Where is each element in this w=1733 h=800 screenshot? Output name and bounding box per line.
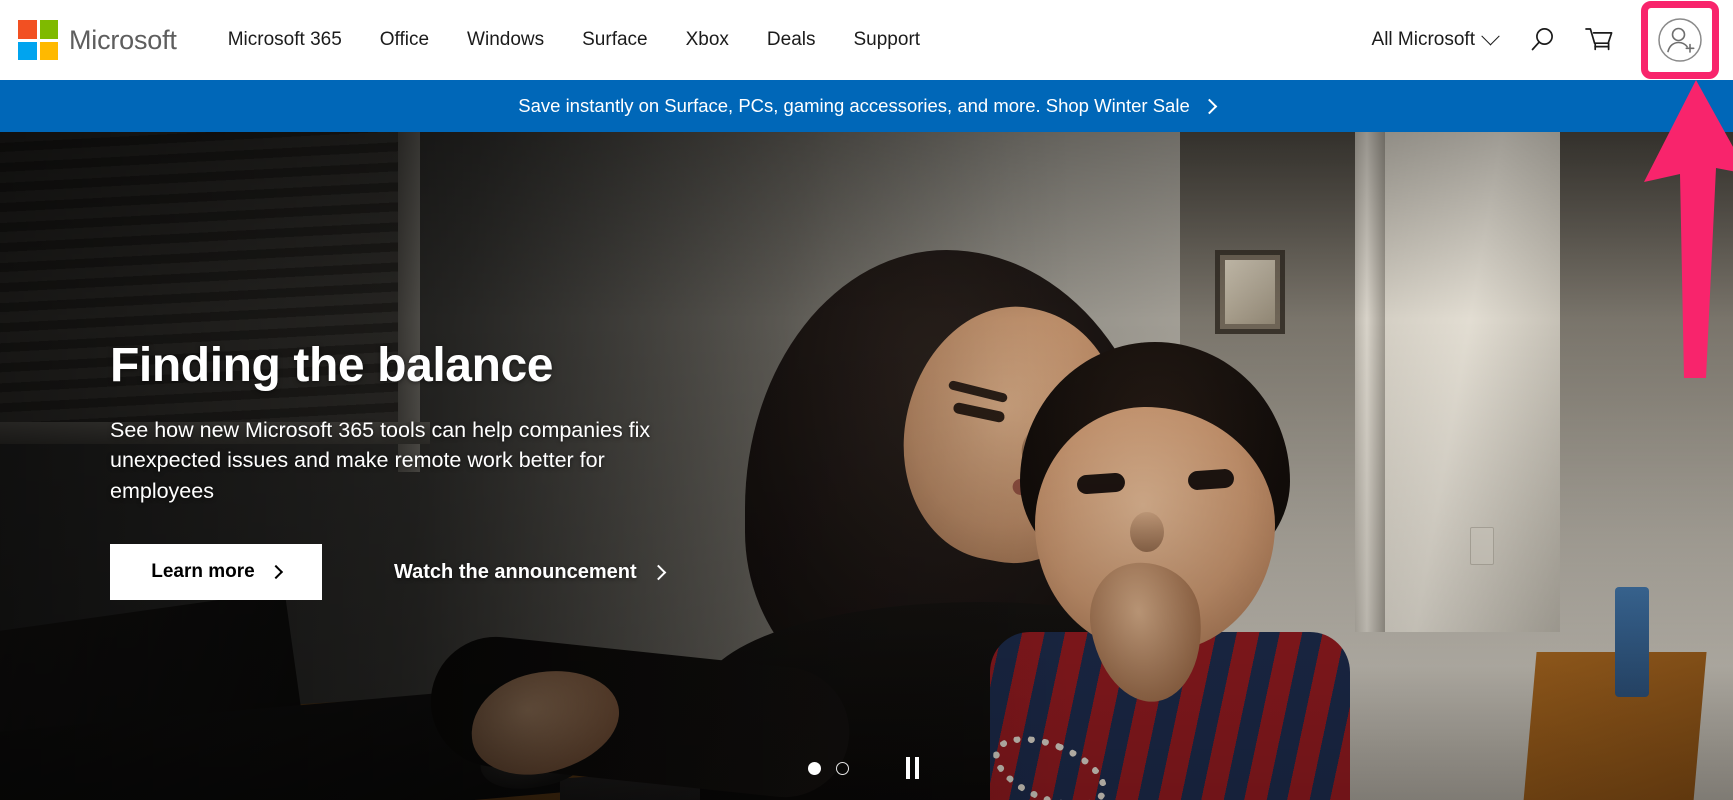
carousel-controls (0, 756, 1733, 780)
chevron-right-icon (1201, 98, 1218, 114)
pause-icon-bar-right (914, 757, 919, 779)
learn-more-label: Learn more (151, 561, 255, 583)
hero-cta-group: Learn more Watch the announcement (110, 544, 750, 601)
learn-more-button[interactable]: Learn more (110, 544, 322, 601)
watch-announcement-label: Watch the announcement (394, 560, 637, 583)
microsoft-homepage: Microsoft Microsoft 365 Office Windows S… (0, 0, 1733, 800)
primary-navigation: Microsoft 365 Office Windows Surface Xbo… (209, 19, 939, 62)
brand-name-label: Microsoft (69, 24, 177, 55)
chevron-down-icon (1481, 26, 1500, 45)
sign-in-person-add-icon (1658, 18, 1702, 62)
hero-content: Finding the balance See how new Microsof… (110, 339, 750, 601)
cart-button[interactable] (1571, 11, 1629, 69)
watch-announcement-link[interactable]: Watch the announcement (394, 560, 666, 584)
carousel-dot-2[interactable] (836, 761, 849, 775)
promo-banner-text: Save instantly on Surface, PCs, gaming a… (518, 95, 1190, 116)
shopping-cart-icon (1585, 28, 1613, 51)
nav-item-deals[interactable]: Deals (748, 19, 835, 62)
chevron-right-icon (268, 565, 283, 580)
carousel-pause-button[interactable] (899, 756, 925, 780)
chevron-right-icon (650, 564, 666, 581)
nav-item-xbox[interactable]: Xbox (667, 19, 748, 62)
nav-item-office[interactable]: Office (361, 19, 448, 62)
carousel-dots (808, 761, 849, 775)
site-header: Microsoft Microsoft 365 Office Windows S… (0, 0, 1733, 80)
microsoft-logo-icon (18, 20, 58, 60)
nav-item-microsoft-365[interactable]: Microsoft 365 (209, 19, 361, 62)
microsoft-brand-link[interactable]: Microsoft (18, 20, 177, 60)
promo-banner: Save instantly on Surface, PCs, gaming a… (0, 80, 1733, 132)
hero-title: Finding the balance (110, 339, 554, 392)
hero-subtitle: See how new Microsoft 365 tools can help… (110, 417, 651, 503)
search-icon (1531, 28, 1553, 51)
carousel-dot-1[interactable] (808, 761, 821, 775)
all-microsoft-dropdown[interactable]: All Microsoft (1356, 19, 1513, 61)
promo-banner-link[interactable]: Save instantly on Surface, PCs, gaming a… (518, 95, 1218, 117)
hero-carousel: Finding the balance See how new Microsof… (0, 132, 1733, 800)
search-button[interactable] (1513, 11, 1571, 69)
nav-item-support[interactable]: Support (835, 19, 940, 62)
nav-item-surface[interactable]: Surface (563, 19, 666, 62)
pause-icon-bar-left (905, 757, 910, 779)
all-microsoft-label: All Microsoft (1371, 29, 1475, 50)
nav-item-windows[interactable]: Windows (448, 19, 563, 62)
header-utility-bar: All Microsoft (1356, 0, 1733, 80)
sign-in-account-button[interactable] (1641, 1, 1719, 79)
